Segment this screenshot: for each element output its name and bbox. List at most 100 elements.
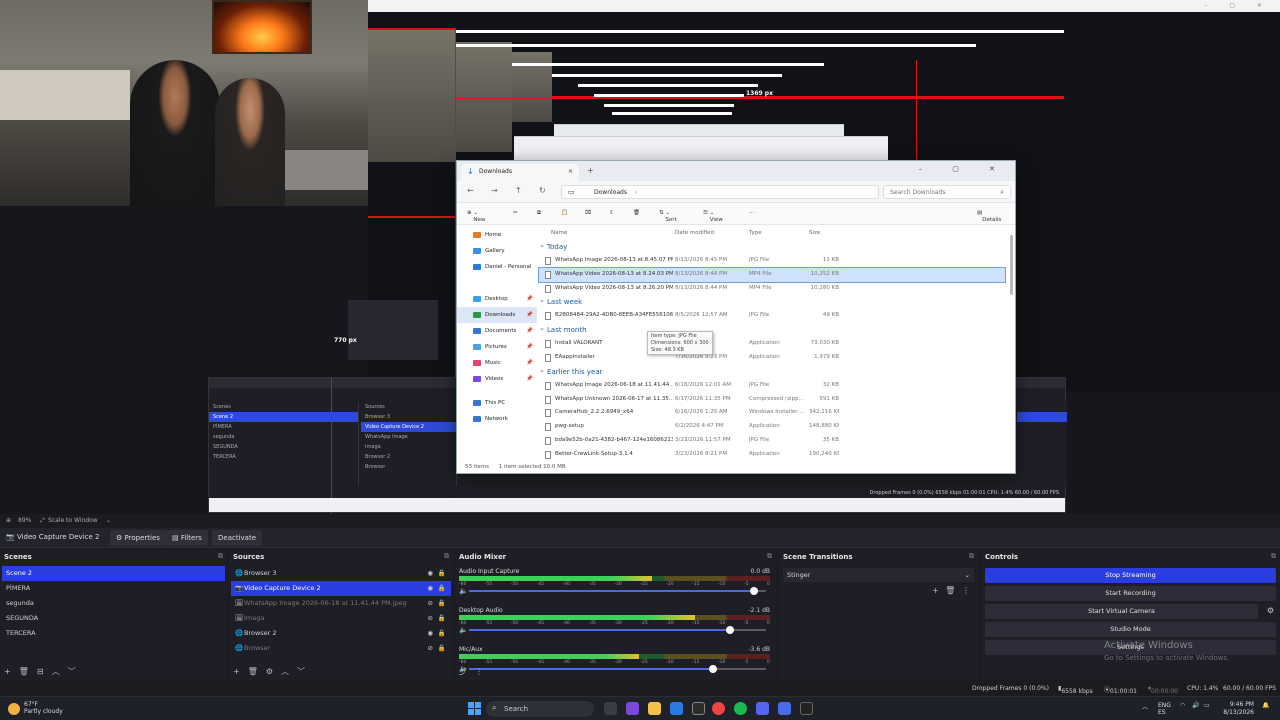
filter-icon[interactable]: ⊟ <box>37 667 44 676</box>
volume-icon[interactable]: 🔊 <box>1192 702 1199 709</box>
forward-icon[interactable]: → <box>491 186 498 195</box>
source-item[interactable]: 📷Video Capture Device 2 ◉ 🔒 <box>231 581 451 596</box>
sort-button[interactable]: ⇅ Sort ⌄ <box>659 210 677 223</box>
more-button[interactable]: ··· <box>749 210 754 216</box>
source-item[interactable]: 🖼WhatsApp Image 2026-06-18 at 11.41.44 P… <box>231 596 451 611</box>
discord-icon[interactable] <box>756 702 769 715</box>
new-button[interactable]: ⊕ New ⌄ <box>467 210 485 223</box>
trash-icon[interactable]: 🗑 <box>19 667 29 676</box>
move-down-icon[interactable]: ﹀ <box>68 667 76 676</box>
dock-menu-icon[interactable]: ⧉ <box>218 552 223 561</box>
obs-icon[interactable] <box>692 702 705 715</box>
nav-network[interactable]: Network <box>457 411 537 427</box>
zoom-icon[interactable]: ⊕ <box>6 517 11 524</box>
group-earlier[interactable]: Earlier this year <box>539 363 1005 379</box>
tray-chevron-icon[interactable]: ︿ <box>1142 702 1148 711</box>
file-row[interactable]: pwg-setup 6/2/2026 4:47 PM Application 148,… <box>539 420 1005 434</box>
start-recording-button[interactable]: Start Recording <box>985 586 1276 601</box>
audio-app-icon[interactable] <box>800 702 813 715</box>
dock-menu-icon[interactable]: ⧉ <box>1271 552 1276 561</box>
more-icon[interactable]: ⋮ <box>962 586 970 595</box>
nav-pictures[interactable]: Pictures 📌 <box>457 339 537 355</box>
nav-onedrive[interactable]: Daniel - Personal <box>457 259 537 275</box>
spotify-icon[interactable] <box>734 702 747 715</box>
file-row[interactable]: B2B08484-29A2-4DB0-8EEB-A34FE5561065 8/5/… <box>539 309 1005 323</box>
start-button[interactable] <box>468 702 481 715</box>
move-up-icon[interactable]: ︿ <box>52 667 60 676</box>
speaker-icon[interactable]: 🔈 <box>459 587 468 595</box>
col-size[interactable]: Size <box>809 230 820 236</box>
weather-icon[interactable] <box>8 703 20 715</box>
col-name[interactable]: Name <box>551 230 567 236</box>
file-row[interactable]: Install VALORANT...7 PMApplication73,030… <box>539 337 1005 351</box>
cut-icon[interactable]: ✂ <box>513 210 518 216</box>
transition-select[interactable]: Stinger ⌄ <box>783 568 974 582</box>
dock-menu-icon[interactable]: ⧉ <box>969 552 974 561</box>
close-tab-icon[interactable]: ✕ <box>568 168 573 175</box>
view-button[interactable]: ☰ View ⌄ <box>703 210 723 223</box>
file-explorer-icon[interactable] <box>648 702 661 715</box>
source-item[interactable]: 🌐Browser 2 ◉ 🔒 <box>231 626 451 641</box>
zoom-level[interactable]: 89% <box>18 517 31 524</box>
dock-menu-icon[interactable]: ⧉ <box>767 552 772 561</box>
group-last-month[interactable]: Last month <box>539 321 1005 337</box>
scene-item[interactable]: Scene 2 <box>2 566 225 581</box>
file-explorer-window[interactable]: ↓ Downloads ✕ + – ▢ ✕ ← → ↑ ↻ ▭ Download… <box>456 160 1016 474</box>
properties-button[interactable]: ⚙ Properties <box>110 530 166 546</box>
battery-icon[interactable]: ▭ <box>1204 702 1210 709</box>
copilot-icon[interactable] <box>626 702 639 715</box>
share-icon[interactable]: ⇪ <box>609 210 614 216</box>
link-icon[interactable]: ⤴ <box>459 667 467 676</box>
nav-documents[interactable]: Documents 📌 <box>457 323 537 339</box>
paste-icon[interactable]: 📋 <box>561 210 568 216</box>
scrollbar[interactable] <box>1010 235 1013 295</box>
add-icon[interactable]: + <box>4 667 11 676</box>
fit-icon[interactable]: ⤢ <box>40 517 45 525</box>
file-row[interactable]: Better-CrewLink-Setup-3.1.4 3/23/2026 8:2… <box>539 448 1005 462</box>
volume-slider[interactable] <box>469 626 766 634</box>
volume-slider[interactable] <box>469 587 766 595</box>
refresh-icon[interactable]: ↻ <box>539 186 546 195</box>
tab-downloads[interactable]: ↓ Downloads ✕ <box>461 164 579 181</box>
app-icon[interactable] <box>778 702 791 715</box>
chevron-down-icon[interactable]: ⌄ <box>106 517 111 524</box>
rename-icon[interactable]: ⌧ <box>585 210 591 216</box>
task-view-icon[interactable] <box>604 702 617 715</box>
scene-item[interactable]: segunda <box>2 596 225 611</box>
file-row[interactable]: WhatsApp Unknown 2026-06-17 at 11.35....… <box>539 393 1005 407</box>
trash-icon[interactable]: 🗑 <box>248 667 258 676</box>
taskbar-search[interactable]: ⌕ Search <box>486 701 594 717</box>
speaker-icon[interactable]: 🔈 <box>459 626 468 634</box>
nav-gallery[interactable]: Gallery <box>457 243 537 259</box>
up-icon[interactable]: ↑ <box>515 186 522 195</box>
col-modified[interactable]: Date modified <box>675 230 714 236</box>
studio-mode-button[interactable]: Studio Mode <box>985 622 1276 637</box>
scale-mode[interactable]: Scale to Window <box>48 517 98 524</box>
add-icon[interactable]: + <box>932 586 939 595</box>
dock-menu-icon[interactable]: ⧉ <box>444 552 449 561</box>
lock-icon[interactable]: 🔒 <box>438 626 446 641</box>
nav-videos[interactable]: Videos 📌 <box>457 371 537 387</box>
copy-icon[interactable]: ⧉ <box>537 210 541 217</box>
weather-widget[interactable]: 67°F Partly cloudy <box>24 701 63 715</box>
col-type[interactable]: Type <box>749 230 762 236</box>
wifi-icon[interactable]: ◠ <box>1180 702 1185 709</box>
eye-off-icon[interactable]: ⊘ <box>428 596 433 611</box>
gear-icon[interactable]: ⚙ <box>266 667 273 676</box>
file-row[interactable]: WhatsApp Image 2026-06-18 at 11.41.44 ..… <box>539 379 1005 393</box>
nav-desktop[interactable]: Desktop 📌 <box>457 291 537 307</box>
file-row[interactable]: EAappInstaller 7/16/2026 3:23 PM Applicati… <box>539 351 1005 365</box>
lock-icon[interactable]: 🔒 <box>438 596 446 611</box>
new-tab-button[interactable]: + <box>587 166 594 175</box>
eye-off-icon[interactable]: ⊘ <box>428 611 433 626</box>
store-icon[interactable] <box>670 702 683 715</box>
lock-icon[interactable]: 🔒 <box>438 566 446 581</box>
eye-icon[interactable]: ◉ <box>427 581 433 596</box>
details-button[interactable]: ▤ Details <box>977 210 1001 223</box>
source-item[interactable]: 🖼Imaga ⊘ 🔒 <box>231 611 451 626</box>
preview-canvas[interactable]: – ▢ ✕ 1369 px 770 px Scenes Scene 2 PÍME… <box>0 0 1280 514</box>
file-row[interactable]: WhatsApp Image 2026-08-13 at 8.45.07 PM 8… <box>539 254 1005 268</box>
eye-icon[interactable]: ◉ <box>427 566 433 581</box>
source-item[interactable]: 🌐Browser ⊘ 🔒 <box>231 641 451 656</box>
chrome-icon[interactable] <box>712 702 725 715</box>
